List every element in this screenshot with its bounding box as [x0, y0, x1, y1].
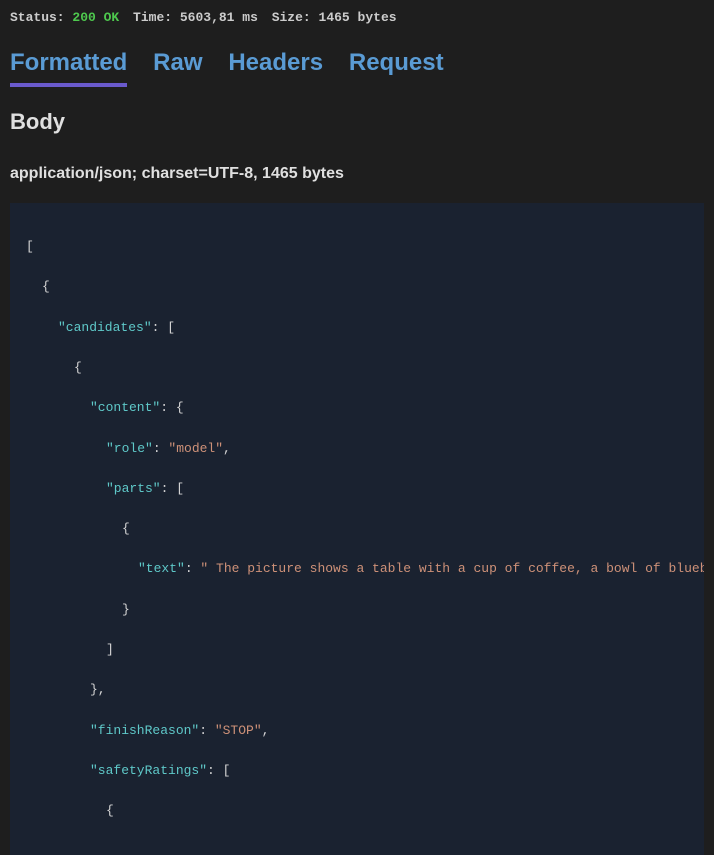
json-key: "role"	[106, 441, 153, 456]
json-value: " The picture shows a table with a cup o…	[200, 561, 704, 576]
json-key: "finishReason"	[90, 723, 199, 738]
json-key: "candidates"	[58, 320, 152, 335]
json-key: "text"	[138, 561, 185, 576]
time-label: Time:	[133, 10, 172, 25]
time-value: 5603,81 ms	[180, 10, 258, 25]
content-type-line: application/json; charset=UTF-8, 1465 by…	[0, 141, 714, 193]
size-label: Size:	[272, 10, 311, 25]
status-label: Status:	[10, 10, 65, 25]
status-bar: Status: 200 OK Time: 5603,81 ms Size: 14…	[0, 0, 714, 31]
size-value: 1465 bytes	[319, 10, 397, 25]
response-tabs: Formatted Raw Headers Request	[0, 31, 714, 91]
json-value: "STOP"	[215, 723, 262, 738]
json-key: "safetyRatings"	[90, 763, 207, 778]
tab-headers[interactable]: Headers	[228, 49, 323, 83]
tab-formatted[interactable]: Formatted	[10, 49, 127, 87]
tab-request[interactable]: Request	[349, 49, 444, 83]
tab-raw[interactable]: Raw	[153, 49, 202, 83]
json-body-panel[interactable]: [ { "candidates": [ { "content": { "role…	[10, 203, 704, 855]
status-value: 200 OK	[72, 10, 119, 25]
json-key: "content"	[90, 400, 160, 415]
json-value: "model"	[168, 441, 223, 456]
body-heading: Body	[0, 91, 714, 141]
json-key: "parts"	[106, 481, 161, 496]
